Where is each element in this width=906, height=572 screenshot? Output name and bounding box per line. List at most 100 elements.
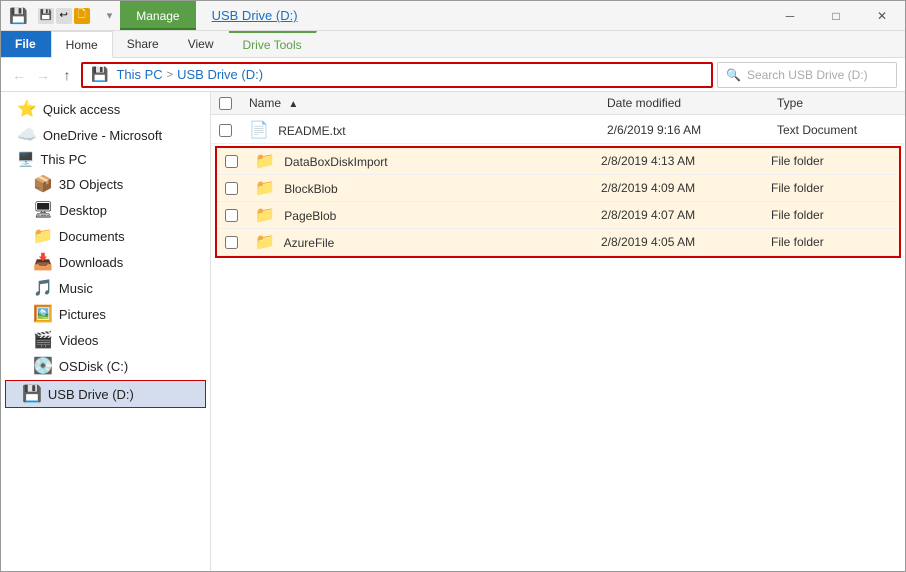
onedrive-icon: ☁️: [17, 125, 37, 145]
sidebar-item-label: Documents: [59, 229, 125, 244]
file-list: Name ▲ Date modified Type 📄: [211, 92, 905, 571]
row-checkbox[interactable]: [225, 209, 238, 222]
tab-drive-tools[interactable]: Drive Tools: [229, 31, 317, 57]
row-checkbox-col: [225, 155, 255, 168]
sidebar-item-3d-objects[interactable]: 📦 3D Objects: [1, 171, 210, 197]
row-name-pageblob: 📁 PageBlob: [255, 205, 601, 225]
explorer-window: 💾 💾 ↩ 🗋 ▾ Manage USB Drive (D:) ─ □ ✕ Fi…: [0, 0, 906, 572]
tab-home[interactable]: Home: [51, 31, 113, 58]
back-button[interactable]: ←: [9, 65, 29, 85]
sidebar-item-label: Quick access: [43, 102, 120, 117]
header-checkbox-col: [219, 97, 249, 110]
file-row-databoxdiskimport[interactable]: 📁 DataBoxDiskImport 2/8/2019 4:13 AM Fil…: [217, 148, 899, 175]
databox-date: 2/8/2019 4:13 AM: [601, 154, 695, 168]
header-name[interactable]: Name ▲: [249, 96, 607, 110]
row-checkbox-col: [225, 209, 255, 222]
ribbon-tabs: File Home Share View Drive Tools: [1, 31, 905, 57]
breadcrumb-sep-1: >: [167, 69, 173, 81]
quick-access-toolbar: 💾 ↩ 🗋: [34, 8, 94, 24]
sidebar-item-documents[interactable]: 📁 Documents: [1, 223, 210, 249]
readme-type: Text Document: [777, 123, 857, 137]
breadcrumb-bar[interactable]: 💾 This PC > USB Drive (D:): [81, 62, 713, 88]
file-row-azurefile[interactable]: 📁 AzureFile 2/8/2019 4:05 AM File folder: [217, 229, 899, 256]
breadcrumb-this-pc[interactable]: This PC: [116, 67, 162, 82]
search-placeholder: Search USB Drive (D:): [747, 68, 868, 82]
usb-drive-icon: 💾: [22, 384, 42, 404]
sidebar-item-label: USB Drive (D:): [48, 387, 134, 402]
sidebar-item-desktop[interactable]: 🖥 Desktop: [1, 197, 210, 223]
sidebar-item-onedrive[interactable]: ☁️ OneDrive - Microsoft: [1, 122, 210, 148]
pageblob-date: 2/8/2019 4:07 AM: [601, 208, 695, 222]
select-all-checkbox[interactable]: [219, 97, 232, 110]
sidebar-item-this-pc[interactable]: 🖥️ This PC: [1, 148, 210, 171]
file-row-pageblob[interactable]: 📁 PageBlob 2/8/2019 4:07 AM File folder: [217, 202, 899, 229]
row-checkbox[interactable]: [225, 155, 238, 168]
file-row-blockblob[interactable]: 📁 BlockBlob 2/8/2019 4:09 AM File folder: [217, 175, 899, 202]
window-icon: 💾: [9, 7, 28, 25]
sidebar-item-downloads[interactable]: 📥 Downloads: [1, 249, 210, 275]
sidebar-item-quick-access[interactable]: ⭐ Quick access: [1, 96, 210, 122]
row-checkbox-col: [225, 182, 255, 195]
sidebar-item-pictures[interactable]: 🖼️ Pictures: [1, 301, 210, 327]
forward-button[interactable]: →: [33, 65, 53, 85]
azurefile-icon: 📁: [255, 234, 275, 251]
title-bar-left: 💾 💾 ↩ 🗋 ▾: [1, 1, 120, 30]
search-bar[interactable]: 🔍 Search USB Drive (D:): [717, 62, 897, 88]
manage-tab-header[interactable]: Manage: [120, 1, 195, 30]
content-area: ⭐ Quick access ☁️ OneDrive - Microsoft 🖥…: [1, 92, 905, 571]
up-button[interactable]: ↑: [57, 65, 77, 85]
databox-name: DataBoxDiskImport: [284, 155, 387, 169]
grouped-files-box: 📁 DataBoxDiskImport 2/8/2019 4:13 AM Fil…: [215, 146, 901, 258]
sidebar-item-osdisk[interactable]: 💽 OSDisk (C:): [1, 353, 210, 379]
ribbon: File Home Share View Drive Tools: [1, 31, 905, 58]
row-type-blockblob: File folder: [771, 181, 891, 195]
row-checkbox-col: [219, 124, 249, 137]
tab-view[interactable]: View: [174, 31, 229, 57]
pageblob-type: File folder: [771, 208, 824, 222]
header-date-modified[interactable]: Date modified: [607, 96, 777, 110]
tab-file[interactable]: File: [1, 31, 51, 57]
sidebar-item-videos[interactable]: 🎬 Videos: [1, 327, 210, 353]
row-type-databox: File folder: [771, 154, 891, 168]
row-checkbox[interactable]: [225, 236, 238, 249]
row-type-readme: Text Document: [777, 123, 897, 137]
row-type-pageblob: File folder: [771, 208, 891, 222]
close-button[interactable]: ✕: [859, 1, 905, 31]
undo-btn[interactable]: ↩: [56, 8, 72, 24]
sort-arrow: ▲: [288, 99, 298, 110]
tab-view-label: View: [188, 37, 214, 51]
readme-name: README.txt: [278, 124, 345, 138]
properties-btn[interactable]: 🗋: [74, 8, 90, 24]
desktop-icon: 🖥: [33, 200, 53, 220]
title-bar-title: USB Drive (D:): [196, 1, 767, 30]
maximize-button[interactable]: □: [813, 1, 859, 31]
pageblob-icon: 📁: [255, 207, 275, 224]
search-icon: 🔍: [726, 68, 741, 82]
window-controls: ─ □ ✕: [767, 1, 905, 30]
sidebar-item-music[interactable]: 🎵 Music: [1, 275, 210, 301]
breadcrumb-usb-drive[interactable]: USB Drive (D:): [177, 67, 263, 82]
title-bar: 💾 💾 ↩ 🗋 ▾ Manage USB Drive (D:) ─ □ ✕: [1, 1, 905, 31]
file-row-readme[interactable]: 📄 README.txt 2/6/2019 9:16 AM Text Docum…: [211, 117, 905, 144]
sidebar-item-label: OSDisk (C:): [59, 359, 128, 374]
header-type[interactable]: Type: [777, 96, 897, 110]
dropdown-arrow[interactable]: ▾: [107, 9, 113, 22]
sidebar-item-usb-drive[interactable]: 💾 USB Drive (D:): [5, 380, 206, 408]
row-checkbox[interactable]: [225, 182, 238, 195]
sidebar-item-label: Downloads: [59, 255, 123, 270]
sidebar-item-label: OneDrive - Microsoft: [43, 128, 162, 143]
save-btn[interactable]: 💾: [38, 8, 54, 24]
readme-date: 2/6/2019 9:16 AM: [607, 123, 701, 137]
sidebar-item-label: Desktop: [59, 203, 107, 218]
documents-icon: 📁: [33, 226, 53, 246]
pageblob-name: PageBlob: [284, 209, 336, 223]
sidebar-item-label: Music: [59, 281, 93, 296]
row-date-azurefile: 2/8/2019 4:05 AM: [601, 235, 771, 249]
tab-share-label: Share: [127, 37, 159, 51]
row-checkbox-col: [225, 236, 255, 249]
minimize-button[interactable]: ─: [767, 1, 813, 31]
row-date-blockblob: 2/8/2019 4:09 AM: [601, 181, 771, 195]
row-name-blockblob: 📁 BlockBlob: [255, 178, 601, 198]
tab-share[interactable]: Share: [113, 31, 174, 57]
row-checkbox[interactable]: [219, 124, 232, 137]
